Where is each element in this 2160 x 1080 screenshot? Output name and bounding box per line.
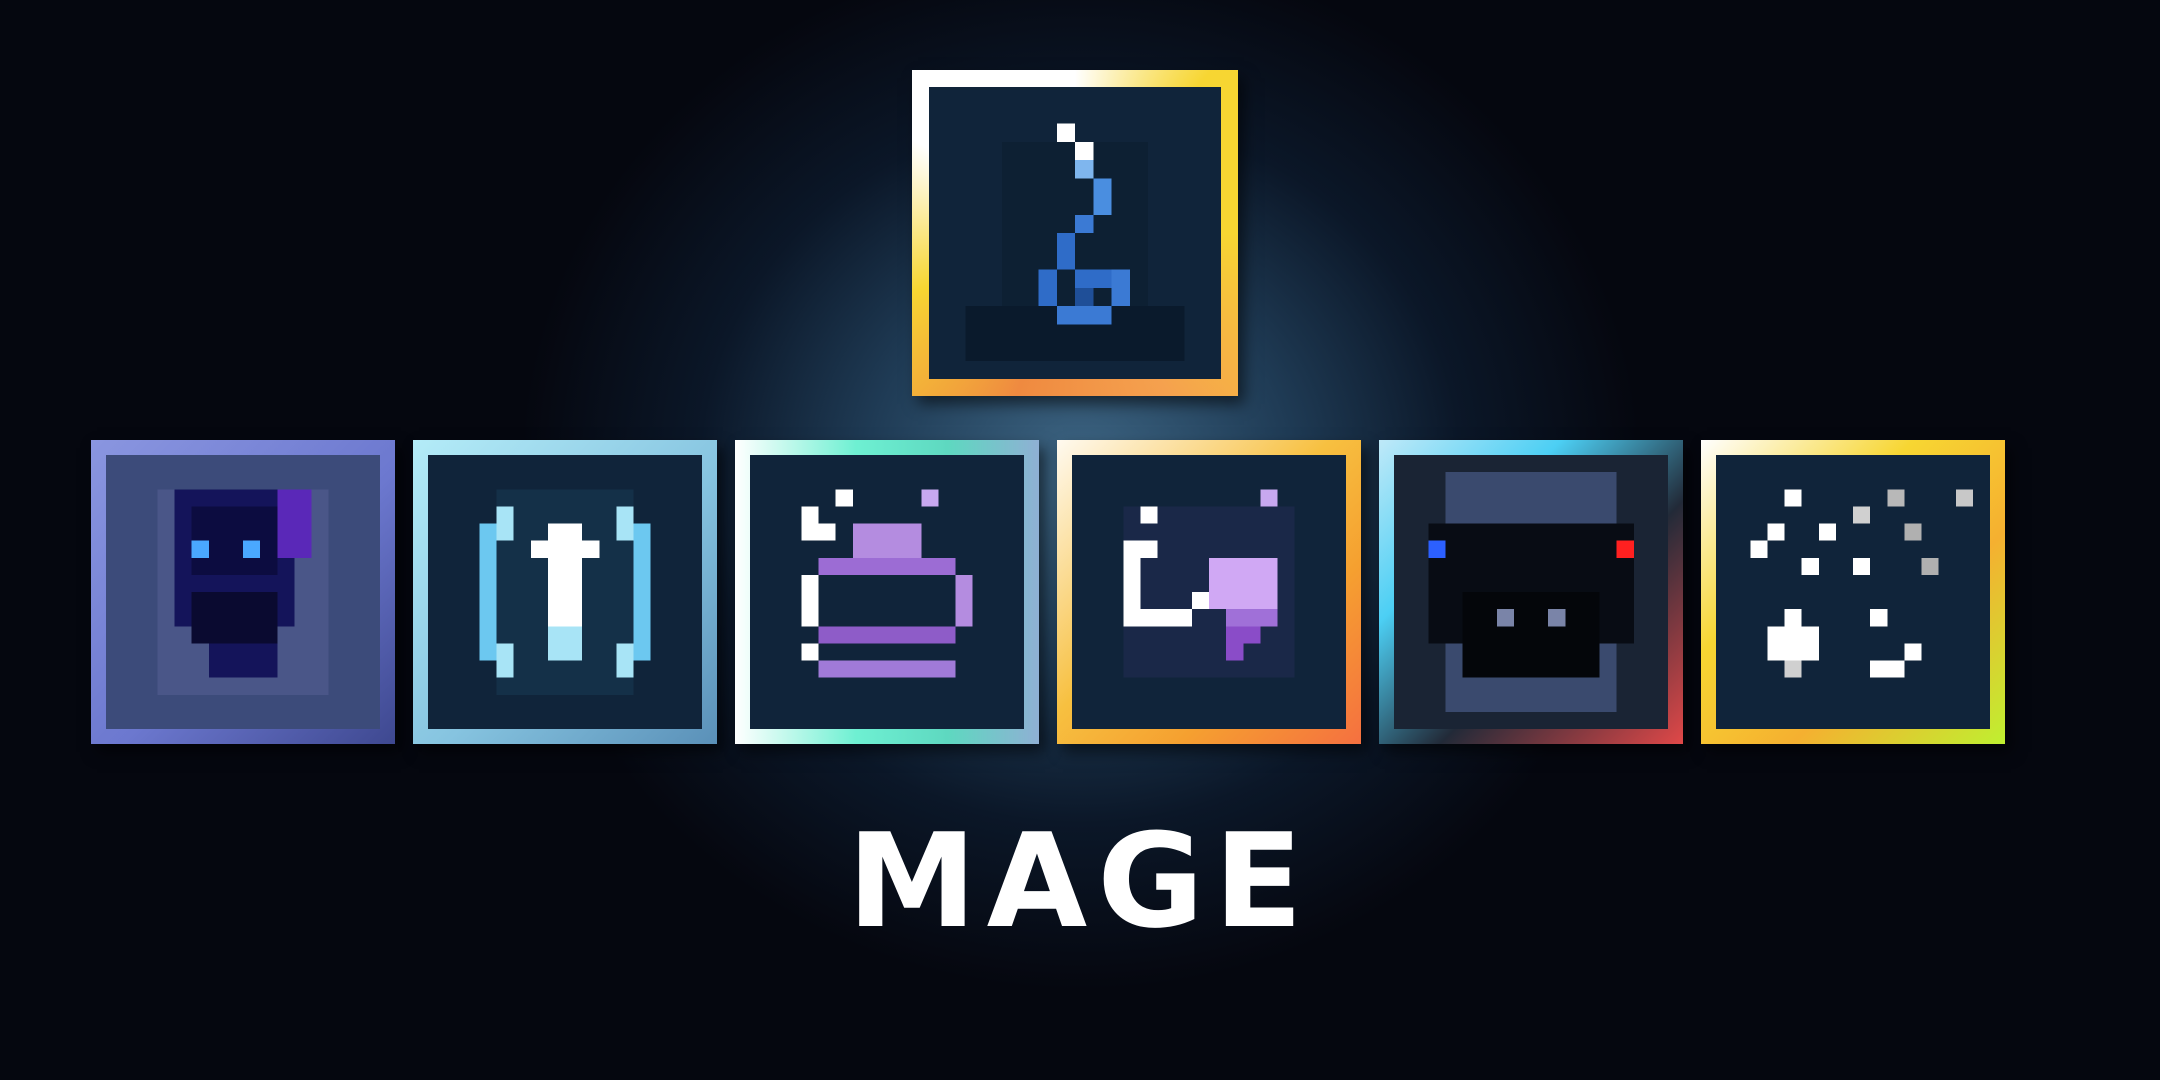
class-title: MAGE [847,805,1313,957]
shooting-stars-icon [1716,455,1990,729]
purple-crown-icon [750,455,1024,729]
shadow-specter-icon [106,455,380,729]
serpent-spiral-icon [929,87,1221,379]
featured-ability-tile[interactable] [912,70,1238,396]
moon-heart-icon [1072,455,1346,729]
ability-tile-5[interactable] [1379,440,1683,744]
red-eyed-shadow-icon [1394,455,1668,729]
ability-tile-1[interactable] [91,440,395,744]
ability-tile-6[interactable] [1701,440,2005,744]
ice-shield-arrow-icon [428,455,702,729]
ability-tile-2[interactable] [413,440,717,744]
ability-tile-4[interactable] [1057,440,1361,744]
ability-tile-3[interactable] [735,440,1039,744]
